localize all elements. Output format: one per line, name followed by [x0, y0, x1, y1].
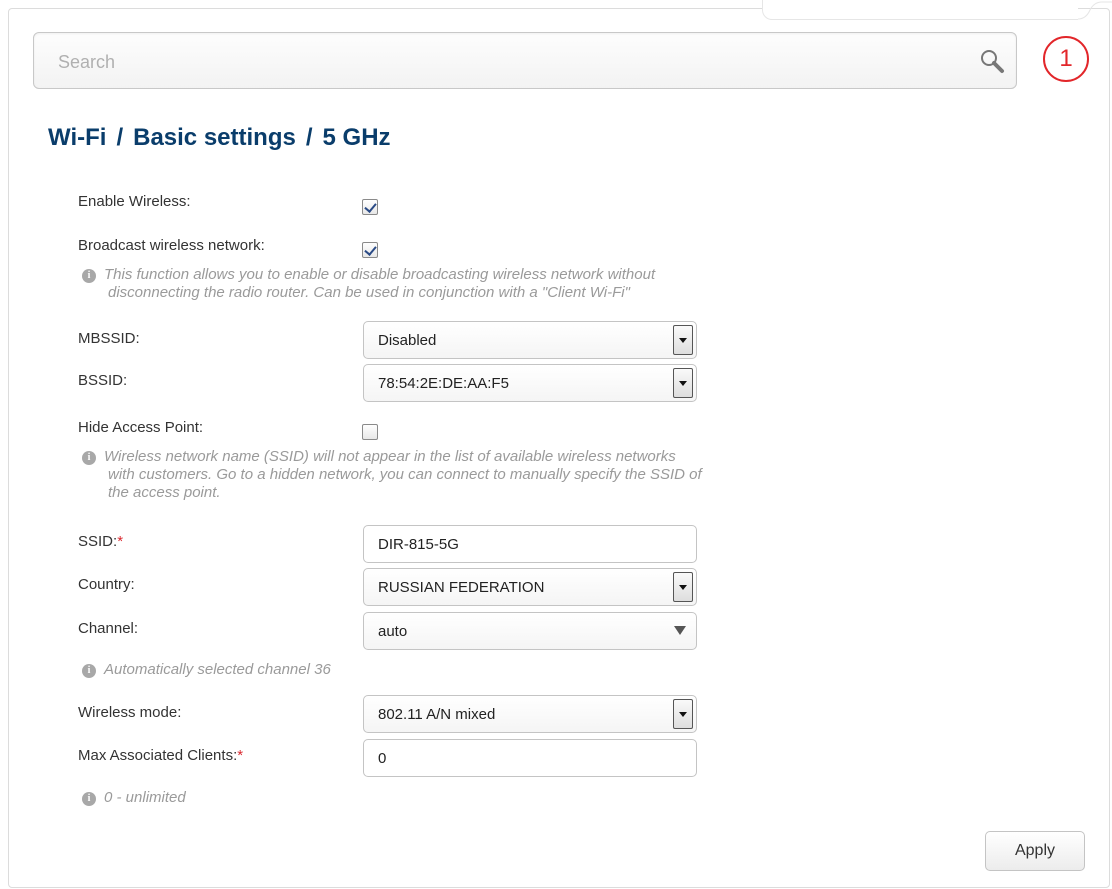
hint-text: Wireless network name (SSID) will not ap…: [104, 448, 676, 465]
hint-text: the access point.: [108, 484, 221, 501]
apply-button[interactable]: Apply: [985, 831, 1085, 871]
top-tab-decoration: [762, 0, 1078, 20]
hint-text: 0 - unlimited: [104, 789, 186, 806]
chevron-down-icon[interactable]: [673, 368, 693, 398]
ssid-label-text: SSID:: [78, 533, 118, 550]
ssid-input[interactable]: DIR-815-5G: [363, 525, 697, 563]
info-icon: i: [82, 269, 96, 283]
chevron-down-icon: [674, 626, 686, 635]
hide-ap-checkbox[interactable]: [362, 424, 378, 440]
breadcrumb-wifi: Wi-Fi: [48, 124, 107, 151]
hide-ap-hint: i Wireless network name (SSID) will not a…: [82, 448, 702, 502]
mbssid-label: MBSSID:: [78, 330, 140, 347]
broadcast-checkbox[interactable]: [362, 242, 378, 258]
search-icon[interactable]: [978, 47, 1006, 75]
chevron-down-icon[interactable]: [673, 325, 693, 355]
country-select[interactable]: RUSSIAN FEDERATION: [363, 568, 697, 606]
max-clients-label: Max Associated Clients:*: [78, 747, 243, 764]
country-label: Country:: [78, 576, 135, 593]
bssid-select[interactable]: 78:54:2E:DE:AA:F5: [363, 364, 697, 402]
max-clients-hint: i 0 - unlimited: [82, 789, 186, 807]
top-tab-curve: [1078, 1, 1112, 20]
channel-select[interactable]: auto: [363, 612, 697, 650]
enable-wireless-label: Enable Wireless:: [78, 193, 191, 210]
info-icon: i: [82, 451, 96, 465]
hide-ap-label: Hide Access Point:: [78, 419, 204, 436]
breadcrumb-separator: /: [116, 124, 124, 151]
search-input[interactable]: [58, 49, 938, 75]
breadcrumb-separator: /: [305, 124, 313, 151]
enable-wireless-checkbox[interactable]: [362, 199, 378, 215]
broadcast-hint: i This function allows you to enable or d…: [82, 266, 655, 302]
step-number-badge: 1: [1043, 36, 1089, 82]
required-mark: *: [117, 533, 124, 550]
channel-label: Channel:: [78, 620, 139, 637]
max-clients-input[interactable]: 0: [363, 739, 697, 777]
wireless-mode-label: Wireless mode:: [78, 704, 182, 721]
info-icon: i: [82, 664, 96, 678]
channel-value: auto: [378, 623, 408, 640]
breadcrumb-basic-settings: Basic settings: [133, 124, 296, 151]
broadcast-label: Broadcast wireless network:: [78, 237, 265, 254]
mbssid-select[interactable]: Disabled: [363, 321, 697, 359]
bssid-label: BSSID:: [78, 372, 128, 389]
ssid-label: SSID:*: [78, 533, 123, 550]
breadcrumb-5ghz: 5 GHz: [322, 124, 391, 151]
mbssid-value: Disabled: [378, 332, 437, 349]
hint-text: with customers. Go to a hidden network, …: [108, 466, 702, 483]
bssid-value: 78:54:2E:DE:AA:F5: [378, 375, 509, 392]
info-icon: i: [82, 792, 96, 806]
hint-text: disconnecting the radio router. Can be u…: [108, 284, 630, 301]
ssid-value: DIR-815-5G: [378, 536, 459, 553]
page-title: Wi-Fi / Basic settings / 5 GHz: [48, 124, 401, 152]
max-clients-value: 0: [378, 750, 387, 767]
search-bar: [33, 32, 1017, 89]
hint-text: Automatically selected channel 36: [104, 661, 331, 678]
required-mark: *: [237, 747, 244, 764]
chevron-down-icon[interactable]: [673, 572, 693, 602]
channel-hint: i Automatically selected channel 36: [82, 661, 331, 679]
max-clients-label-text: Max Associated Clients:: [78, 747, 238, 764]
hint-text: This function allows you to enable or di…: [104, 266, 656, 283]
country-value: RUSSIAN FEDERATION: [378, 579, 545, 596]
wireless-mode-value: 802.11 A/N mixed: [378, 706, 496, 723]
wireless-mode-select[interactable]: 802.11 A/N mixed: [363, 695, 697, 733]
chevron-down-icon[interactable]: [673, 699, 693, 729]
